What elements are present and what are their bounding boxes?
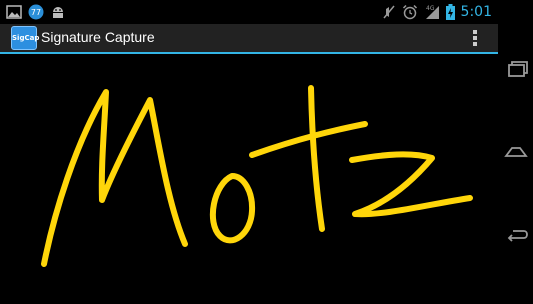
stroke-letter-t-bar [249, 121, 368, 158]
stroke-letter-m [41, 89, 188, 267]
signature-canvas[interactable] [0, 54, 498, 300]
status-system: 4G 5:01 [382, 2, 492, 22]
back-icon[interactable] [502, 220, 530, 248]
app-title: Signature Capture [41, 29, 155, 45]
signal-icon: 4G [425, 5, 439, 19]
home-icon[interactable] [502, 136, 530, 164]
image-icon [6, 5, 22, 19]
mute-icon [382, 5, 395, 19]
stroke-letter-t-stem [308, 85, 325, 232]
stroke-letter-o [209, 173, 256, 244]
battery-charging-icon [445, 4, 455, 20]
app-icon[interactable]: SigCap [11, 26, 39, 50]
status-bar: 77 4G 5:01 [0, 0, 498, 24]
clock: 5:01 [460, 4, 492, 20]
stroke-letter-z [349, 151, 473, 218]
recent-apps-icon[interactable] [502, 55, 530, 83]
svg-text:77: 77 [31, 8, 41, 17]
status-notifications: 77 [6, 3, 66, 21]
alarm-icon [402, 4, 417, 20]
android-icon [53, 7, 63, 18]
svg-text:4G: 4G [426, 5, 435, 12]
notification-count-icon: 77 [28, 4, 44, 20]
overflow-menu-icon[interactable] [468, 28, 482, 48]
signature-strokes [41, 85, 473, 267]
action-bar: SigCap Signature Capture [0, 24, 498, 54]
nav-bar [498, 0, 533, 300]
